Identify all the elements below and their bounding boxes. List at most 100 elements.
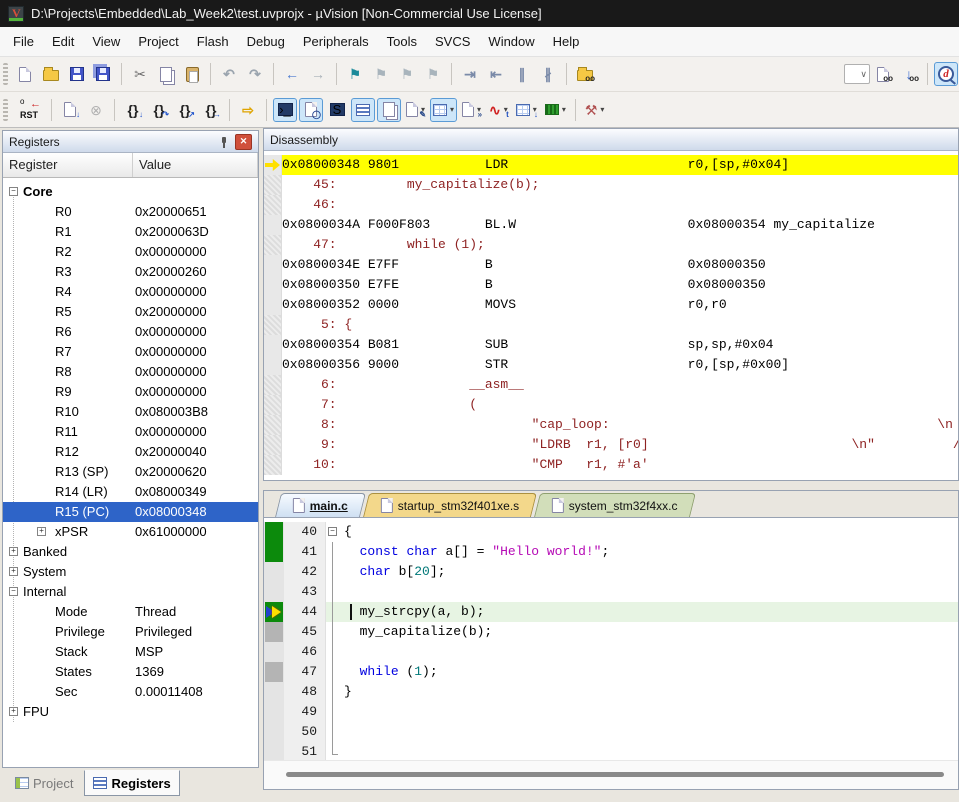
editor-line[interactable]: 44 my_strcpy(a, b); xyxy=(264,602,958,622)
register-row-privilege[interactable]: PrivilegePrivileged xyxy=(3,622,258,642)
toolbox-button[interactable]: ⚒▾ xyxy=(582,98,608,122)
code-text[interactable]: } xyxy=(340,682,958,702)
cut-button[interactable]: ✂ xyxy=(128,62,152,86)
paste-button[interactable] xyxy=(180,62,204,86)
register-row-banked[interactable]: +Banked xyxy=(3,542,258,562)
trace-window-button[interactable]: ↓▾ xyxy=(513,98,540,122)
navigate-back-button[interactable]: ← xyxy=(280,62,304,86)
breakpoint-gutter-cell[interactable] xyxy=(264,742,284,761)
menu-peripherals[interactable]: Peripherals xyxy=(294,30,378,53)
breakpoint-gutter-cell[interactable] xyxy=(264,562,284,582)
code-text[interactable]: char b[20]; xyxy=(340,562,958,582)
editor-line[interactable]: 48} xyxy=(264,682,958,702)
unindent-button[interactable]: ⇤ xyxy=(484,62,508,86)
disassembly-gutter-cell[interactable] xyxy=(264,355,282,375)
register-row-system[interactable]: +System xyxy=(3,562,258,582)
register-row-r15-pc[interactable]: R15 (PC)0x08000348 xyxy=(3,502,258,522)
expand-toggle-icon[interactable]: + xyxy=(9,567,18,576)
editor-line[interactable]: 40−{ xyxy=(264,522,958,542)
register-row-r6[interactable]: R60x00000000 xyxy=(3,322,258,342)
tab-main-c[interactable]: main.c xyxy=(275,493,366,517)
breakpoint-gutter-cell[interactable] xyxy=(264,522,284,542)
register-row-xpsr[interactable]: +xPSR0x61000000 xyxy=(3,522,258,542)
register-row-fpu[interactable]: +FPU xyxy=(3,702,258,722)
breakpoint-gutter-cell[interactable] xyxy=(264,582,284,602)
panel-tab-project[interactable]: Project xyxy=(6,770,82,796)
title-bar[interactable]: D:\Projects\Embedded\Lab_Week2\test.uvpr… xyxy=(0,0,959,27)
fold-margin[interactable] xyxy=(326,622,340,642)
insert-bookmark-button[interactable]: ⚑ xyxy=(343,62,367,86)
register-row-r9[interactable]: R90x00000000 xyxy=(3,382,258,402)
register-row-r10[interactable]: R100x080003B8 xyxy=(3,402,258,422)
breakpoint-gutter-cell[interactable] xyxy=(264,642,284,662)
disassembly-gutter-cell[interactable] xyxy=(264,255,282,275)
toolbar-grip[interactable] xyxy=(3,99,8,121)
pin-icon[interactable] xyxy=(217,136,229,148)
next-bookmark-button[interactable]: ⚑ xyxy=(369,62,393,86)
memory-window-button[interactable]: ▾ xyxy=(430,98,457,122)
code-text[interactable] xyxy=(340,702,958,722)
previous-bookmark-button[interactable]: ⚑ xyxy=(395,62,419,86)
disassembly-line[interactable]: 0x08000356 9000 STR r0,[sp,#0x00] xyxy=(264,355,958,375)
step-button[interactable]: {}↓ xyxy=(121,98,145,122)
search-combobox[interactable]: ∨ xyxy=(844,64,870,84)
run-to-cursor-button[interactable]: {}→ xyxy=(199,98,223,122)
menu-edit[interactable]: Edit xyxy=(43,30,83,53)
copy-button[interactable] xyxy=(154,62,178,86)
disassembly-line[interactable]: 0x0800034A F000F803 BL.W 0x08000354 my_c… xyxy=(264,215,958,235)
menu-debug[interactable]: Debug xyxy=(238,30,294,53)
horizontal-splitter[interactable] xyxy=(263,481,959,490)
menu-view[interactable]: View xyxy=(83,30,129,53)
register-row-internal[interactable]: −Internal xyxy=(3,582,258,602)
register-row-r1[interactable]: R10x2000063D xyxy=(3,222,258,242)
reset-button[interactable]: RST xyxy=(13,98,45,122)
register-row-r0[interactable]: R00x20000651 xyxy=(3,202,258,222)
tab-startup-stm32f401xe-s[interactable]: startup_stm32f401xe.s xyxy=(363,493,537,517)
disassembly-gutter-cell[interactable] xyxy=(264,295,282,315)
disassembly-line[interactable]: 0x0800034E E7FF B 0x08000350 xyxy=(264,255,958,275)
disassembly-line[interactable]: 47: while (1); xyxy=(264,235,958,255)
disassembly-line[interactable]: 0x08000348 9801 LDR r0,[sp,#0x04] xyxy=(264,155,958,175)
disassembly-line[interactable]: 10: "CMP r1, #'a' xyxy=(264,455,958,475)
disassembly-gutter-cell[interactable] xyxy=(264,195,282,215)
disassembly-gutter-cell[interactable] xyxy=(264,155,282,175)
code-text[interactable] xyxy=(340,742,958,761)
system-viewer-button[interactable]: ▾ xyxy=(542,98,569,122)
collapse-toggle-icon[interactable]: − xyxy=(9,187,18,196)
indent-button[interactable]: ⇥ xyxy=(458,62,482,86)
register-row-states[interactable]: States1369 xyxy=(3,662,258,682)
fold-margin[interactable] xyxy=(326,742,340,761)
editor-line[interactable]: 43 xyxy=(264,582,958,602)
register-row-r12[interactable]: R120x20000040 xyxy=(3,442,258,462)
breakpoint-gutter-cell[interactable] xyxy=(264,682,284,702)
open-file-button[interactable] xyxy=(39,62,63,86)
register-row-r8[interactable]: R80x00000000 xyxy=(3,362,258,382)
scrollbar-thumb[interactable] xyxy=(286,772,944,777)
disassembly-line[interactable]: 7: ( xyxy=(264,395,958,415)
disassembly-gutter-cell[interactable] xyxy=(264,455,282,475)
dropdown-arrow-icon[interactable]: ▾ xyxy=(504,105,508,114)
save-button[interactable] xyxy=(65,62,89,86)
menu-svcs[interactable]: SVCS xyxy=(426,30,479,53)
disassembly-gutter-cell[interactable] xyxy=(264,275,282,295)
breakpoint-gutter-cell[interactable] xyxy=(264,602,284,622)
editor-horizontal-scrollbar[interactable] xyxy=(264,760,958,789)
dropdown-arrow-icon[interactable]: ▾ xyxy=(421,105,425,114)
dropdown-arrow-icon[interactable]: ▾ xyxy=(600,105,604,114)
expand-toggle-icon[interactable]: + xyxy=(37,527,46,536)
code-text[interactable] xyxy=(340,642,958,662)
fold-margin[interactable]: − xyxy=(326,522,340,542)
code-text[interactable] xyxy=(340,582,958,602)
register-row-r14-lr[interactable]: R14 (LR)0x08000349 xyxy=(3,482,258,502)
editor-line[interactable]: 46 xyxy=(264,642,958,662)
editor-line[interactable]: 42 char b[20]; xyxy=(264,562,958,582)
disassembly-line[interactable]: 0x08000354 B081 SUB sp,sp,#0x04 xyxy=(264,335,958,355)
command-window-button[interactable]: ›_ xyxy=(273,98,297,122)
menu-tools[interactable]: Tools xyxy=(378,30,426,53)
register-column-label[interactable]: Register xyxy=(3,153,133,177)
menu-help[interactable]: Help xyxy=(544,30,589,53)
menu-flash[interactable]: Flash xyxy=(188,30,238,53)
redo-button[interactable]: ↷ xyxy=(243,62,267,86)
dropdown-arrow-icon[interactable]: ▾ xyxy=(562,105,566,114)
fold-margin[interactable] xyxy=(326,722,340,742)
